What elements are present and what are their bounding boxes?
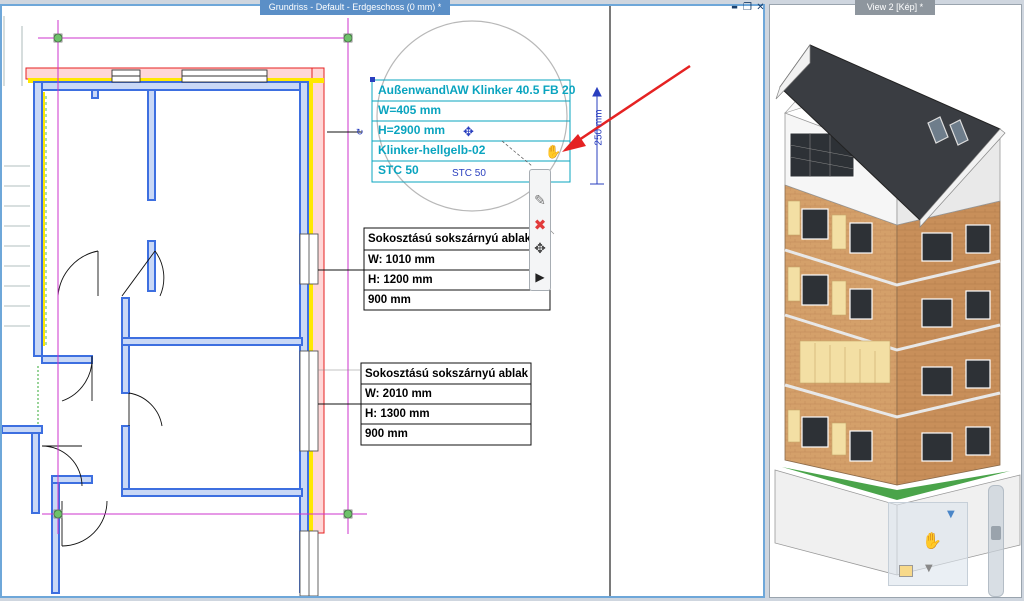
- tab-floor-plan[interactable]: Grundriss - Default - Erdgeschoss (0 mm)…: [260, 0, 450, 15]
- top-windows: [111, 69, 268, 83]
- svg-text:↻: ↻: [356, 127, 364, 137]
- 3d-view[interactable]: ✋ ▼ ▼: [769, 4, 1022, 598]
- navigation-cube[interactable]: ✋ ▼ ▼: [888, 502, 968, 586]
- window-1-width: W: 1010 mm: [368, 254, 435, 266]
- move-crosshair-icon[interactable]: ✥: [463, 125, 474, 140]
- tab-3d-view[interactable]: View 2 [Kép] *: [855, 0, 935, 15]
- orbit-down-arrow-icon[interactable]: ▼: [925, 563, 933, 574]
- close-button[interactable]: ✕: [755, 2, 766, 13]
- pan-hand-icon[interactable]: ✋: [922, 531, 942, 550]
- wall-width-label: W=405 mm: [378, 103, 442, 117]
- minimize-button[interactable]: ▬: [729, 2, 740, 13]
- door-swings: [41, 250, 165, 547]
- window-controls: ▬ ❐ ✕: [729, 2, 766, 15]
- move-icon[interactable]: ✥: [530, 238, 550, 260]
- window-1-type: Sokosztású sokszárnyú ablak: [368, 233, 531, 245]
- stc-small-label: STC 50: [452, 168, 486, 179]
- wall-material-label: Klinker-hellgelb-02: [378, 143, 486, 157]
- hand-cursor-icon: ✋: [545, 144, 561, 159]
- dimension-text: 250 mm: [593, 109, 605, 146]
- context-toolbox: ✎ ✖ ✥ ▶: [529, 169, 551, 291]
- zoom-slider[interactable]: [988, 485, 1004, 597]
- home-view-icon[interactable]: [899, 565, 913, 577]
- orbit-down-icon[interactable]: ▼: [947, 509, 955, 520]
- window-2-sill: 900 mm: [365, 428, 408, 440]
- red-arrow-annotation: [562, 64, 691, 152]
- window-1-sill: 900 mm: [368, 294, 411, 306]
- pencil-icon[interactable]: ✎: [530, 190, 550, 212]
- delete-x-icon[interactable]: ✖: [530, 214, 550, 236]
- maximize-button[interactable]: ❐: [742, 2, 753, 13]
- outer-wall-hatch: [25, 67, 325, 534]
- window-1-height: H: 1200 mm: [368, 274, 433, 286]
- window-2-type: Sokosztású sokszárnyú ablak: [365, 368, 528, 380]
- label-anchor-handle: [370, 77, 375, 82]
- wall-type-label: Außenwand\AW Klinker 40.5 FB 20: [378, 83, 576, 97]
- zoom-slider-handle[interactable]: [991, 526, 1001, 540]
- wall-height-label: H=2900 mm: [378, 123, 446, 137]
- stair-lines: [3, 16, 30, 327]
- interior-walls: [2, 81, 309, 594]
- wall-stc-label: STC 50: [378, 163, 419, 177]
- window-2-height: H: 1300 mm: [365, 408, 430, 420]
- floor-plan-view[interactable]: ↻ ✋ Außenwand\AW Klinker 40.5 FB 20 W=40…: [0, 4, 765, 598]
- window-2-width: W: 2010 mm: [365, 388, 432, 400]
- play-arrow-icon[interactable]: ▶: [530, 266, 550, 288]
